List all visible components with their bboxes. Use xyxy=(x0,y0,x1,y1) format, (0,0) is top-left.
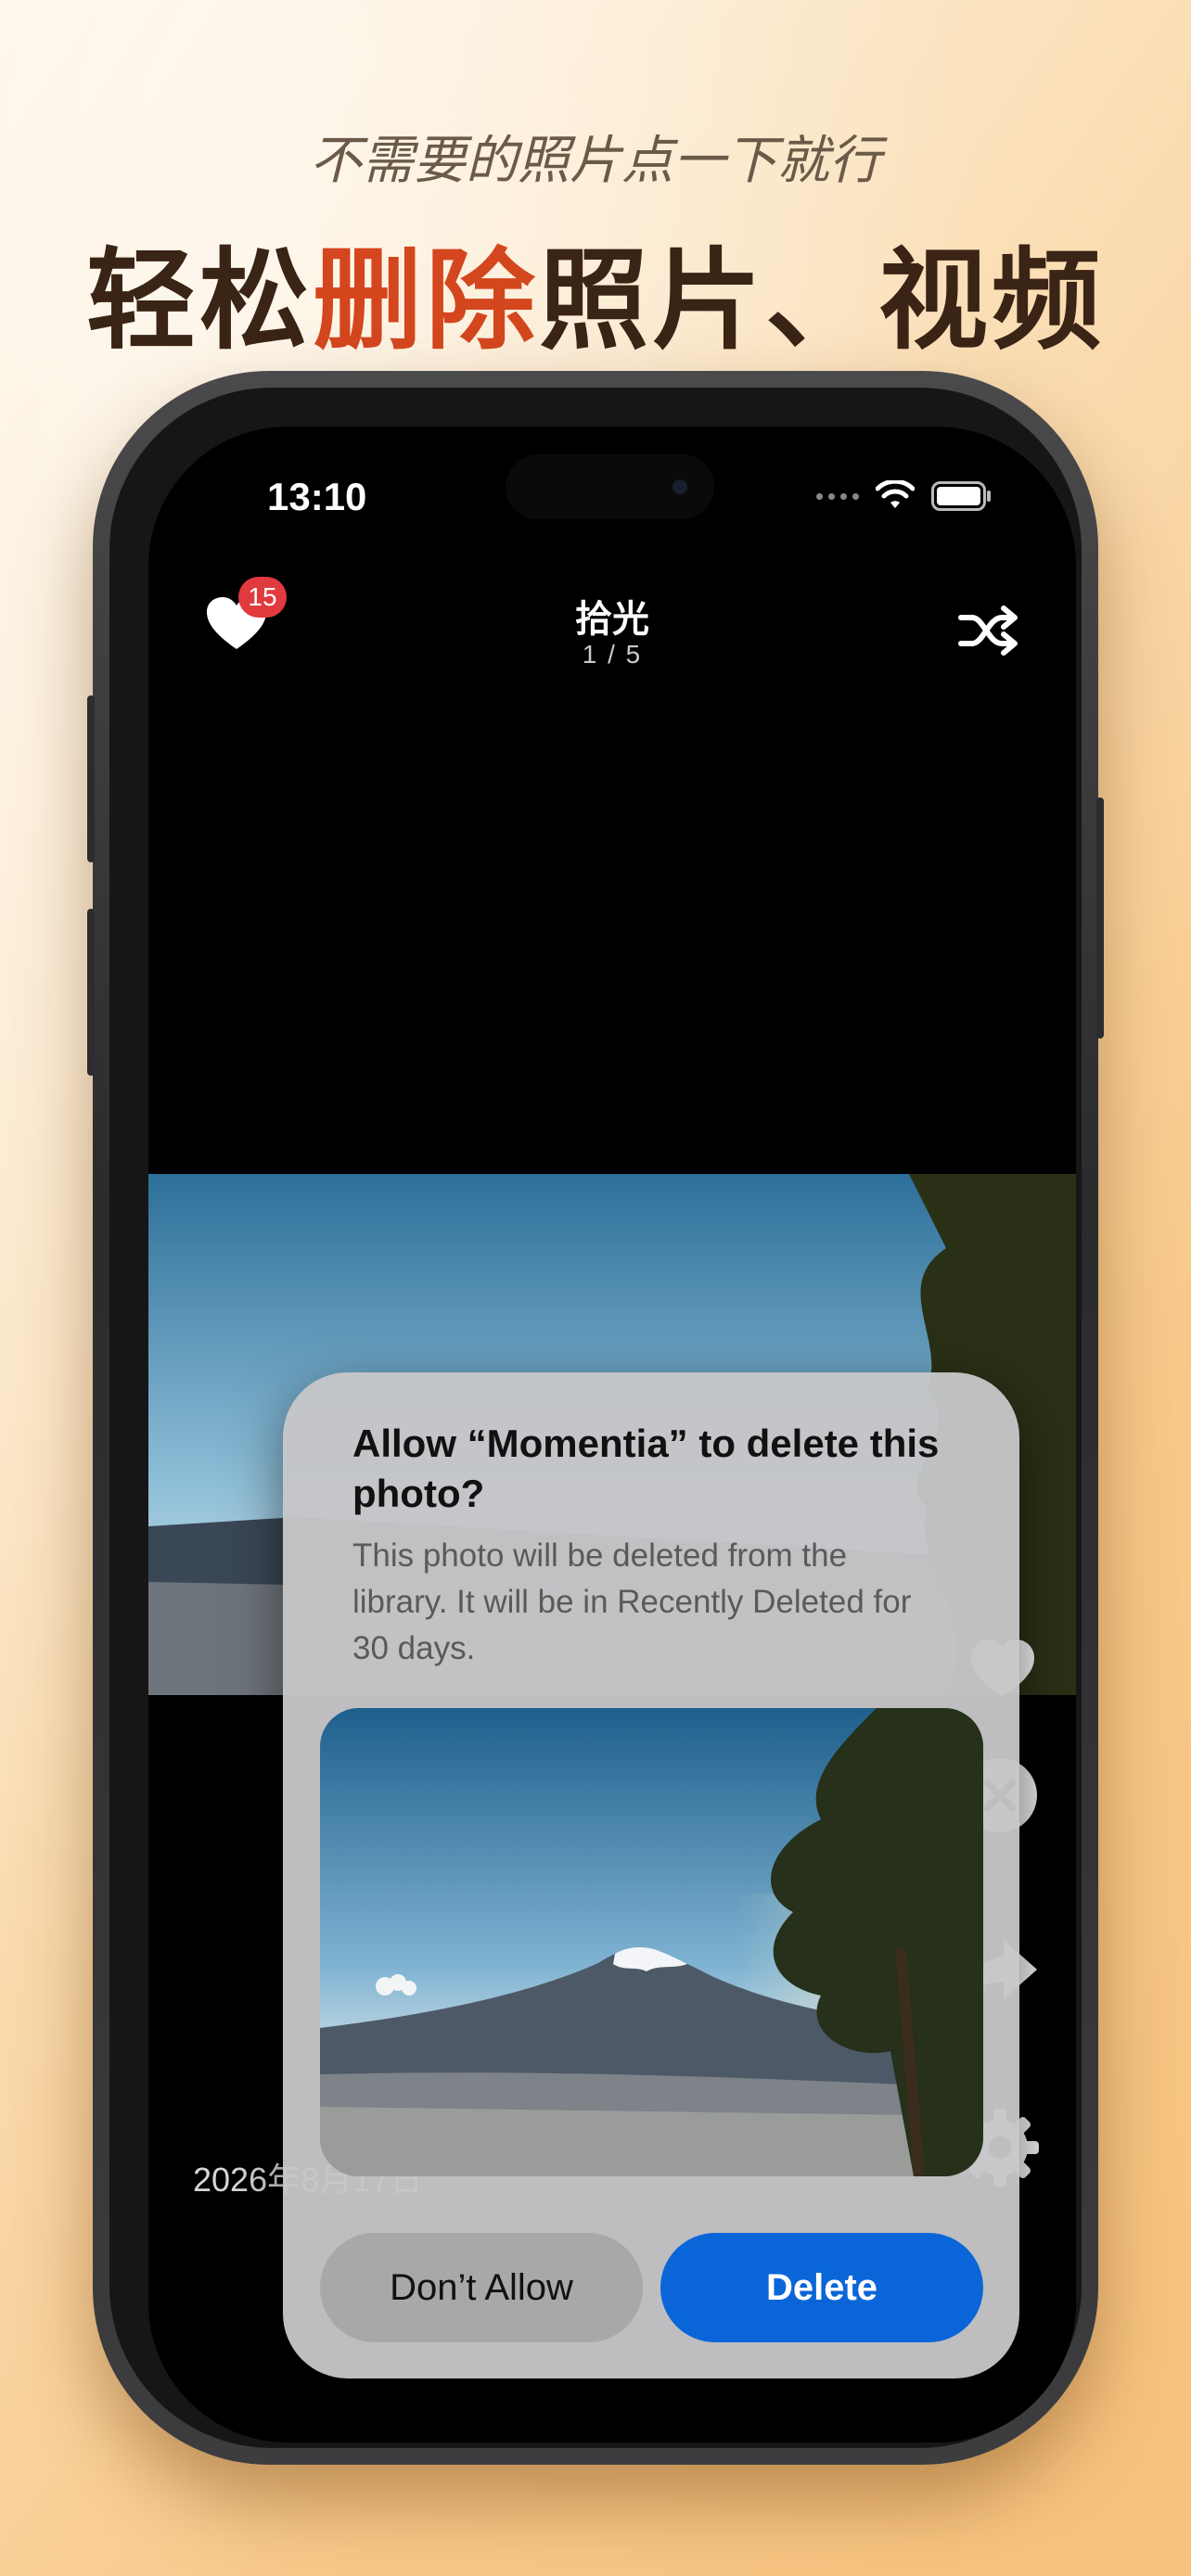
status-icons xyxy=(816,478,992,515)
status-time: 13:10 xyxy=(267,475,367,518)
headline-pre: 轻松 xyxy=(85,236,313,364)
phone-bezel: 13:10 15 拾光 1 / 5 Allow “Momentia” to de… xyxy=(109,388,1082,2448)
phone-frame: 13:10 15 拾光 1 / 5 Allow “Momentia” to de… xyxy=(87,371,1104,2465)
headline-highlight: 删除 xyxy=(312,236,539,364)
dont-allow-button[interactable]: Don’t Allow xyxy=(320,2233,643,2342)
delete-button[interactable]: Delete xyxy=(660,2233,983,2342)
phone-screen: 13:10 15 拾光 1 / 5 Allow “Momentia” to de… xyxy=(148,427,1076,2442)
power-button xyxy=(1096,797,1104,1039)
alert-title: Allow “Momentia” to delete this photo? xyxy=(352,1422,940,1515)
battery-icon xyxy=(931,481,991,511)
promo-subtitle: 不需要的照片点一下就行 xyxy=(310,131,881,191)
silent-switch xyxy=(87,695,95,862)
alert-message: This photo will be deleted from the libr… xyxy=(352,1537,912,1666)
wifi-icon xyxy=(876,480,915,508)
headline-post: 照片、视频 xyxy=(539,236,1106,364)
alert-photo-preview xyxy=(320,1708,983,2176)
album-title: 拾光 xyxy=(575,599,649,640)
delete-permission-alert: Allow “Momentia” to delete this photo? T… xyxy=(283,1372,1019,2378)
camera-dot xyxy=(672,479,687,494)
cellular-dots-icon xyxy=(816,492,859,500)
promo-headline: 轻松删除照片、视频 xyxy=(0,211,1191,370)
dynamic-island xyxy=(506,454,714,519)
shuffle-icon[interactable] xyxy=(955,603,1020,658)
photo-counter: 1 / 5 xyxy=(582,640,643,669)
volume-button xyxy=(87,909,95,1076)
